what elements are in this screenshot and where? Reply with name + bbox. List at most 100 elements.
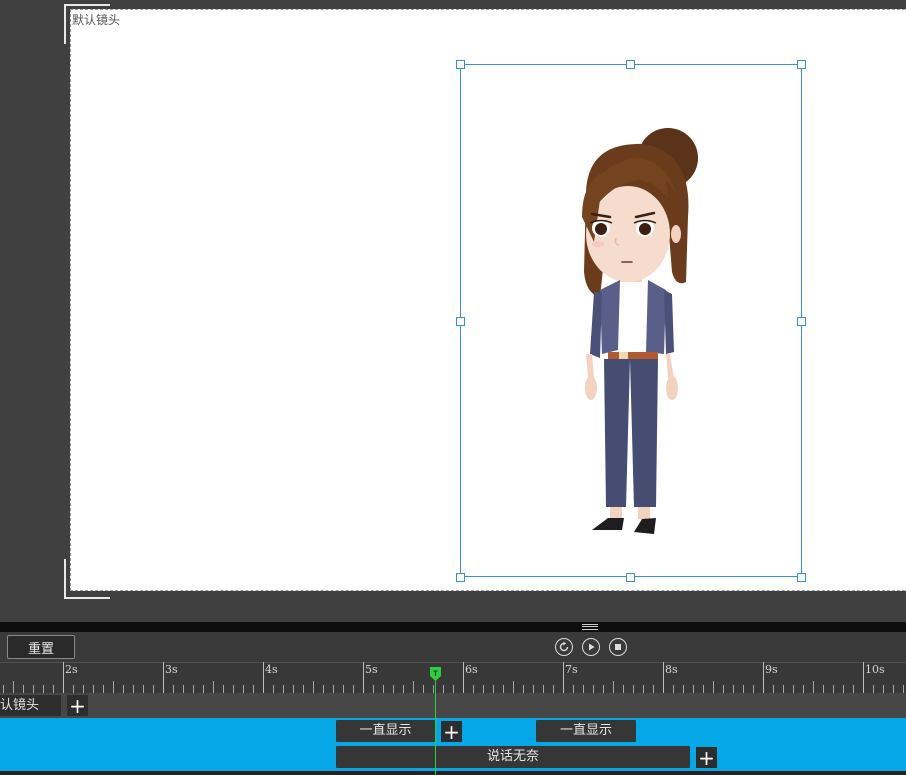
ruler-minor-tick: [783, 685, 784, 693]
ruler-minor-tick: [673, 685, 674, 693]
ruler-minor-tick: [433, 685, 434, 693]
character-track: 一直显示 + 一直显示 说话无奈 +: [0, 718, 906, 771]
ruler-minor-tick: [653, 685, 654, 693]
resize-handle-right[interactable]: [797, 317, 806, 326]
resize-handle-bottom[interactable]: [626, 573, 635, 582]
ruler-minor-tick: [143, 685, 144, 693]
ruler-minor-tick: [103, 685, 104, 693]
ruler-minor-tick: [273, 685, 274, 693]
ruler-minor-tick: [633, 685, 634, 693]
ruler-minor-tick: [803, 685, 804, 693]
ruler-minor-tick: [743, 685, 744, 693]
ruler-major-tick: [363, 662, 364, 693]
clip-speech[interactable]: 说话无奈: [336, 746, 690, 768]
add-clip-button-2[interactable]: +: [696, 747, 717, 768]
animation-editor: 默认镜头 重置 2s 3s 4s 5s 6s 7s 8s 9s 10s 认镜头 …: [0, 0, 906, 775]
play-icon: [589, 643, 595, 651]
add-clip-button-1[interactable]: +: [441, 721, 462, 742]
camera-track-label[interactable]: 默认镜头: [0, 695, 61, 716]
bottom-strip: [0, 771, 906, 775]
playhead-marker-icon[interactable]: [430, 667, 441, 681]
ruler-minor-tick: [183, 685, 184, 693]
ruler-minor-tick: [3, 685, 4, 693]
playhead-line: [435, 672, 436, 775]
camera-track: 默认镜头 +: [0, 693, 906, 718]
ruler-minor-tick: [373, 685, 374, 693]
ruler-minor-tick: [823, 685, 824, 693]
ruler-tick-label: 7s: [565, 663, 578, 676]
stop-button[interactable]: [609, 638, 627, 656]
add-camera-keyframe-button[interactable]: +: [67, 695, 88, 716]
ruler-minor-tick: [733, 685, 734, 693]
clip-always-show-2[interactable]: 一直显示: [536, 720, 636, 742]
drag-grip-icon[interactable]: [582, 624, 598, 630]
ruler-minor-tick: [73, 685, 74, 693]
ruler-minor-tick: [393, 685, 394, 693]
ruler-minor-tick: [213, 681, 214, 693]
ruler-minor-tick: [473, 685, 474, 693]
ruler-minor-tick: [593, 685, 594, 693]
ruler-minor-tick: [713, 681, 714, 693]
ruler-major-tick: [63, 662, 64, 693]
ruler-minor-tick: [483, 685, 484, 693]
ruler-minor-tick: [533, 685, 534, 693]
ruler-minor-tick: [113, 681, 114, 693]
timeline-ruler[interactable]: 2s 3s 4s 5s 6s 7s 8s 9s 10s: [0, 662, 906, 693]
ruler-minor-tick: [723, 685, 724, 693]
ruler-minor-tick: [883, 685, 884, 693]
ruler-minor-tick: [23, 685, 24, 693]
ruler-minor-tick: [453, 685, 454, 693]
ruler-tick-label: 4s: [265, 663, 278, 676]
resize-handle-top-left[interactable]: [456, 60, 465, 69]
ruler-minor-tick: [513, 681, 514, 693]
ruler-minor-tick: [833, 685, 834, 693]
stage-area: 默认镜头: [0, 0, 906, 622]
ruler-minor-tick: [753, 685, 754, 693]
ruler-minor-tick: [423, 685, 424, 693]
ruler-minor-tick: [583, 685, 584, 693]
ruler-minor-tick: [343, 685, 344, 693]
ruler-minor-tick: [53, 685, 54, 693]
ruler-tick-label: 10s: [865, 663, 885, 676]
ruler-minor-tick: [853, 685, 854, 693]
ruler-minor-tick: [323, 685, 324, 693]
ruler-tick-label: 2s: [65, 663, 78, 676]
plus-icon: +: [698, 745, 715, 770]
ruler-tick-label: 6s: [465, 663, 478, 676]
panel-splitter[interactable]: [0, 622, 906, 632]
ruler-minor-tick: [333, 685, 334, 693]
resize-handle-left[interactable]: [456, 317, 465, 326]
reset-button[interactable]: 重置: [7, 635, 75, 659]
ruler-minor-tick: [223, 685, 224, 693]
ruler-minor-tick: [383, 685, 384, 693]
ruler-major-tick: [163, 662, 164, 693]
ruler-major-tick: [763, 662, 764, 693]
ruler-major-tick: [863, 662, 864, 693]
ruler-minor-tick: [123, 685, 124, 693]
selection-box[interactable]: [460, 64, 802, 577]
stop-icon: [615, 644, 621, 650]
ruler-minor-tick: [523, 685, 524, 693]
ruler-minor-tick: [243, 685, 244, 693]
resize-handle-top-right[interactable]: [797, 60, 806, 69]
ruler-minor-tick: [33, 685, 34, 693]
plus-icon: +: [69, 693, 86, 718]
camera-label: 默认镜头: [72, 13, 121, 27]
resize-handle-bottom-right[interactable]: [797, 573, 806, 582]
ruler-minor-tick: [193, 685, 194, 693]
resize-handle-bottom-left[interactable]: [456, 573, 465, 582]
ruler-minor-tick: [313, 681, 314, 693]
ruler-minor-tick: [683, 685, 684, 693]
resize-handle-top[interactable]: [626, 60, 635, 69]
ruler-tick-label: 8s: [665, 663, 678, 676]
ruler-major-tick: [263, 662, 264, 693]
ruler-major-tick: [663, 662, 664, 693]
replay-button[interactable]: [555, 638, 573, 656]
ruler-minor-tick: [93, 685, 94, 693]
ruler-minor-tick: [493, 685, 494, 693]
play-button[interactable]: [582, 638, 600, 656]
clip-always-show-1[interactable]: 一直显示: [336, 720, 435, 742]
camera-frame-corner-bottom-left: [64, 559, 110, 599]
ruler-major-tick: [563, 662, 564, 693]
ruler-tick-label: 9s: [765, 663, 778, 676]
